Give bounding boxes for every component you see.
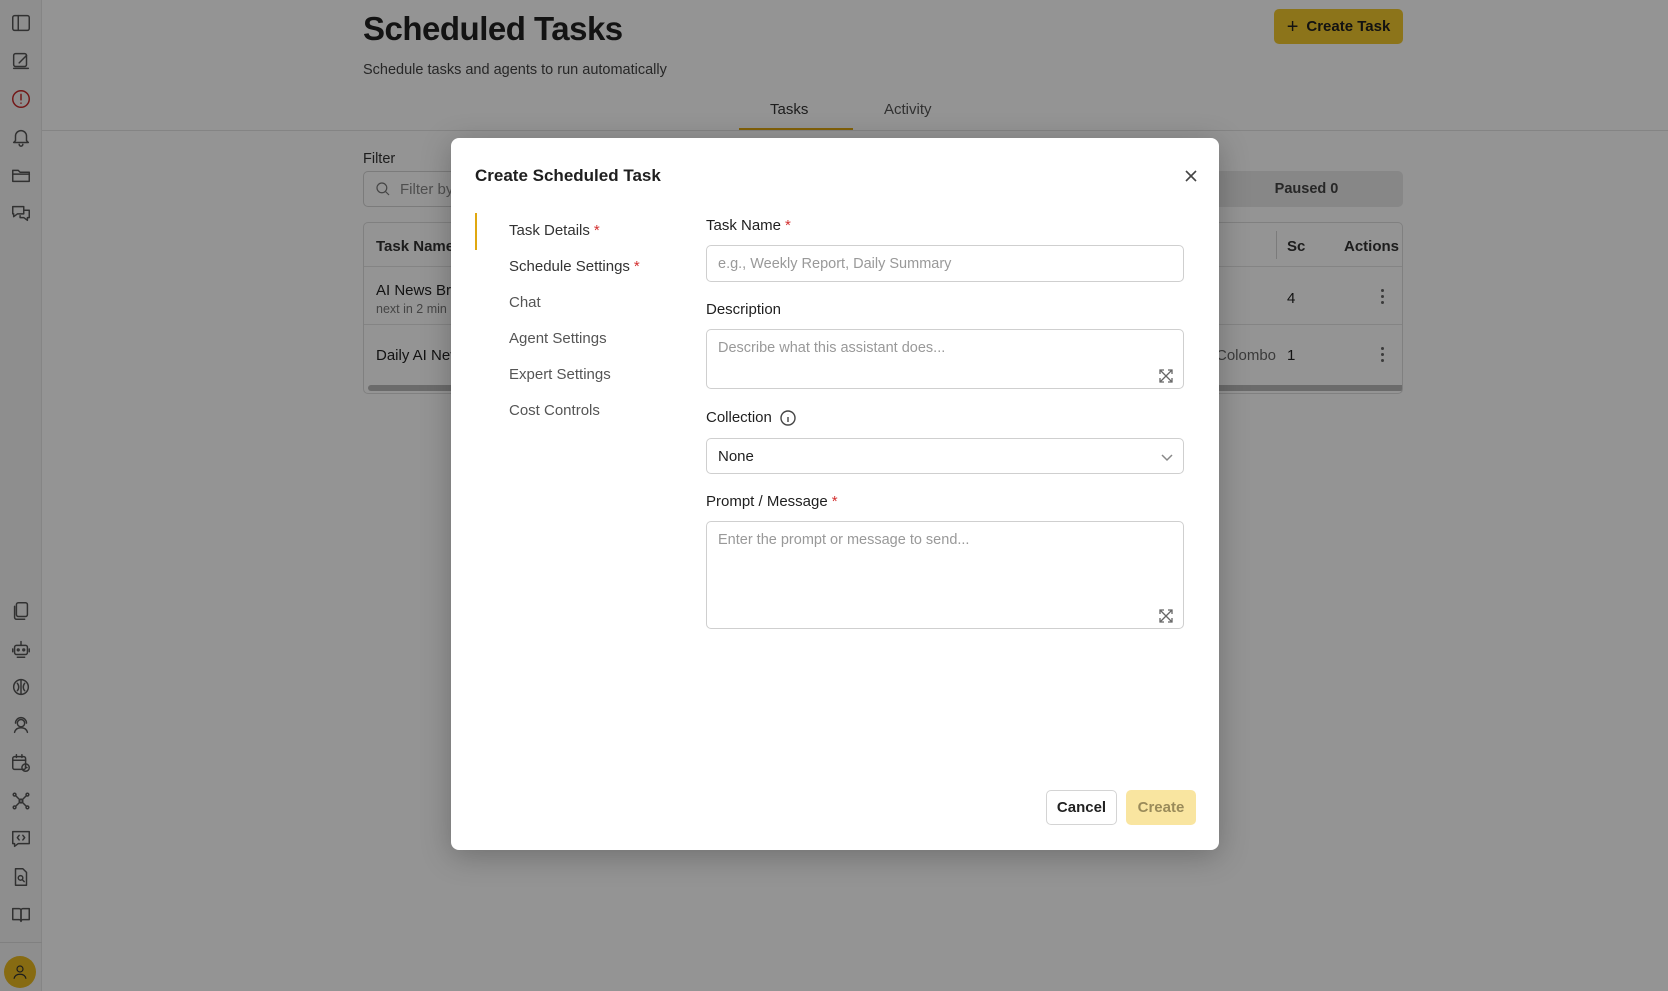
label-text: Prompt / Message xyxy=(706,493,828,510)
nav-agent-settings[interactable]: Agent Settings xyxy=(509,330,607,347)
create-button[interactable]: Create xyxy=(1126,790,1196,825)
description-textarea[interactable]: Describe what this assistant does... xyxy=(706,329,1184,389)
info-icon[interactable] xyxy=(779,409,797,427)
task-name-input[interactable]: e.g., Weekly Report, Daily Summary xyxy=(706,245,1184,282)
description-label: Description xyxy=(706,301,782,318)
expand-icon[interactable] xyxy=(1159,369,1173,383)
prompt-label: Prompt / Message * xyxy=(706,493,838,510)
description-placeholder: Describe what this assistant does... xyxy=(718,340,946,356)
nav-schedule-settings[interactable]: Schedule Settings * xyxy=(509,258,640,275)
nav-label: Task Details xyxy=(509,222,590,239)
nav-expert-settings[interactable]: Expert Settings xyxy=(509,366,611,383)
collection-value: None xyxy=(718,447,754,465)
nav-chat[interactable]: Chat xyxy=(509,294,541,311)
collection-label: Collection xyxy=(706,409,772,426)
required-marker: * xyxy=(785,217,791,234)
prompt-placeholder: Enter the prompt or message to send... xyxy=(718,532,970,548)
active-section-indicator xyxy=(475,213,477,250)
create-scheduled-task-dialog: Create Scheduled Task Task Details * Sche… xyxy=(451,138,1219,850)
dialog-title: Create Scheduled Task xyxy=(475,166,661,185)
required-marker: * xyxy=(633,258,640,275)
nav-cost-controls[interactable]: Cost Controls xyxy=(509,402,600,419)
required-marker: * xyxy=(593,222,600,239)
close-button[interactable] xyxy=(1181,166,1201,186)
close-icon xyxy=(1185,170,1197,182)
task-name-placeholder: e.g., Weekly Report, Daily Summary xyxy=(718,256,952,272)
nav-task-details[interactable]: Task Details * xyxy=(509,222,600,239)
expand-icon[interactable] xyxy=(1159,609,1173,623)
label-text: Task Name xyxy=(706,217,782,234)
required-marker: * xyxy=(831,493,838,510)
chevron-down-icon xyxy=(1160,450,1174,464)
collection-select[interactable]: None xyxy=(706,438,1184,474)
nav-label: Schedule Settings xyxy=(509,258,630,275)
cancel-button[interactable]: Cancel xyxy=(1046,790,1117,825)
task-name-label: Task Name * xyxy=(706,217,791,234)
prompt-textarea[interactable]: Enter the prompt or message to send... xyxy=(706,521,1184,629)
